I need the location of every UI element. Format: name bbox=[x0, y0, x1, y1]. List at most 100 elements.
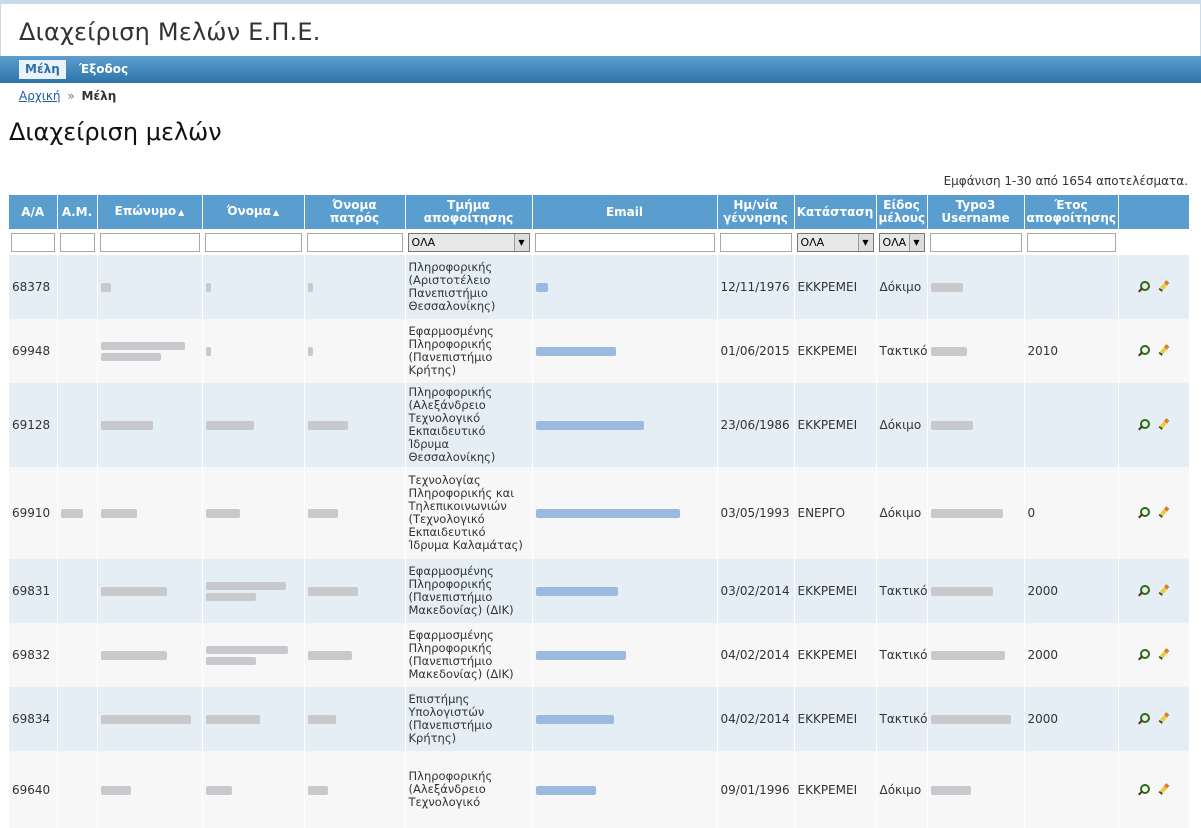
column-label: Όνομα πατρός bbox=[329, 198, 380, 225]
edit-icon[interactable] bbox=[1157, 648, 1171, 662]
cell-year: 2000 bbox=[1024, 623, 1119, 687]
column-label: Typo3 Username bbox=[941, 198, 1010, 225]
cell-father bbox=[304, 687, 406, 751]
cell-surname bbox=[97, 319, 203, 383]
column-header-year[interactable]: Έτος αποφοίτησης bbox=[1024, 195, 1119, 229]
menu-item-members[interactable]: Μέλη bbox=[19, 60, 66, 79]
column-header-aa[interactable]: Α/Α bbox=[9, 195, 58, 229]
column-header-birth[interactable]: Ημ/νία γέννησης bbox=[717, 195, 795, 229]
edit-icon[interactable] bbox=[1157, 712, 1171, 726]
column-header-status[interactable]: Κατάσταση bbox=[794, 195, 877, 229]
cell-name bbox=[202, 687, 305, 751]
filter-status-select[interactable]: ΟΛΑ ▼ bbox=[796, 232, 874, 252]
edit-icon[interactable] bbox=[1157, 280, 1171, 294]
view-icon[interactable] bbox=[1137, 783, 1151, 797]
cell-surname bbox=[97, 383, 203, 467]
cell-status: ΕΚΚΡΕΜΕΙ bbox=[794, 623, 877, 687]
cell-am bbox=[57, 467, 98, 559]
cell-father bbox=[304, 319, 406, 383]
cell-typo3 bbox=[927, 383, 1025, 467]
column-header-typo3[interactable]: Typo3 Username bbox=[927, 195, 1025, 229]
cell-birth: 03/05/1993 bbox=[717, 467, 795, 559]
filter-typo3-input[interactable] bbox=[929, 232, 1022, 252]
select-value: ΟΛΑ bbox=[882, 235, 907, 249]
cell-year: 2000 bbox=[1024, 559, 1119, 623]
view-icon[interactable] bbox=[1137, 506, 1151, 520]
view-icon[interactable] bbox=[1137, 648, 1151, 662]
edit-icon[interactable] bbox=[1157, 783, 1171, 797]
view-icon[interactable] bbox=[1137, 712, 1151, 726]
filter-am-input[interactable] bbox=[59, 232, 95, 252]
cell-typo3 bbox=[927, 319, 1025, 383]
cell-actions bbox=[1118, 467, 1190, 559]
cell-aa: 68378 bbox=[9, 255, 58, 319]
view-icon[interactable] bbox=[1137, 418, 1151, 432]
filter-name-input[interactable] bbox=[204, 232, 302, 252]
column-label: Ημ/νία γέννησης bbox=[723, 198, 788, 225]
filter-year-input[interactable] bbox=[1026, 232, 1116, 252]
column-label: Έτος αποφοίτησης bbox=[1026, 198, 1117, 225]
view-icon[interactable] bbox=[1137, 344, 1151, 358]
cell-dept: Τεχνολογίας Πληροφορικής και Τηλεπικοινω… bbox=[405, 467, 533, 559]
view-icon[interactable] bbox=[1137, 584, 1151, 598]
cell-birth: 12/11/1976 bbox=[717, 255, 795, 319]
cell-birth: 04/02/2014 bbox=[717, 623, 795, 687]
cell-name bbox=[202, 319, 305, 383]
cell-actions bbox=[1118, 383, 1190, 467]
cell-type: Δόκιμο bbox=[876, 383, 928, 467]
cell-birth: 01/06/2015 bbox=[717, 319, 795, 383]
cell-email bbox=[532, 559, 718, 623]
cell-surname bbox=[97, 751, 203, 828]
cell-name bbox=[202, 255, 305, 319]
cell-type: Τακτικό bbox=[876, 687, 928, 751]
results-summary: Εμφάνιση 1-30 από 1654 αποτελέσματα. bbox=[943, 174, 1188, 188]
edit-icon[interactable] bbox=[1157, 584, 1171, 598]
app-title: Διαχείριση Μελών Ε.Π.Ε. bbox=[19, 18, 321, 46]
column-label: Email bbox=[605, 204, 644, 219]
column-label: Είδος μέλους bbox=[878, 198, 926, 225]
filter-dept-select[interactable]: ΟΛΑ ▼ bbox=[407, 232, 530, 252]
cell-name bbox=[202, 751, 305, 828]
filter-aa-input[interactable] bbox=[11, 232, 55, 252]
filter-email-input[interactable] bbox=[534, 232, 715, 252]
column-header-type[interactable]: Είδος μέλους bbox=[876, 195, 928, 229]
sort-ascending-icon: ▲ bbox=[273, 208, 280, 217]
cell-aa: 69910 bbox=[9, 467, 58, 559]
edit-icon[interactable] bbox=[1157, 506, 1171, 520]
filter-father-input[interactable] bbox=[306, 232, 403, 252]
cell-type: Δόκιμο bbox=[876, 255, 928, 319]
cell-status: ΕΚΚΡΕΜΕΙ bbox=[794, 687, 877, 751]
cell-am bbox=[57, 383, 98, 467]
edit-icon[interactable] bbox=[1157, 418, 1171, 432]
column-header-am[interactable]: Α.Μ. bbox=[57, 195, 98, 229]
cell-status: ΕΚΚΡΕΜΕΙ bbox=[794, 559, 877, 623]
cell-aa: 69640 bbox=[9, 751, 58, 828]
filter-birth-input[interactable] bbox=[719, 232, 792, 252]
cell-surname bbox=[97, 623, 203, 687]
cell-email bbox=[532, 623, 718, 687]
cell-year: 2010 bbox=[1024, 319, 1119, 383]
cell-actions bbox=[1118, 559, 1190, 623]
menu-item-logout[interactable]: Έξοδος bbox=[73, 60, 134, 79]
column-header-father[interactable]: Όνομα πατρός bbox=[304, 195, 406, 229]
cell-aa: 69832 bbox=[9, 623, 58, 687]
cell-status: ΕΚΚΡΕΜΕΙ bbox=[794, 383, 877, 467]
cell-dept: Πληροφορικής (Αριστοτέλειο Πανεπιστήμιο … bbox=[405, 255, 533, 319]
cell-year: 2000 bbox=[1024, 687, 1119, 751]
edit-icon[interactable] bbox=[1157, 344, 1171, 358]
cell-am bbox=[57, 559, 98, 623]
filter-surname-input[interactable] bbox=[99, 232, 200, 252]
column-header-name[interactable]: Όνομα ▲ bbox=[202, 195, 305, 229]
view-icon[interactable] bbox=[1137, 280, 1151, 294]
cell-year: 0 bbox=[1024, 467, 1119, 559]
filter-type-select[interactable]: ΟΛΑ ▼ bbox=[878, 232, 925, 252]
page-title: Διαχείριση μελών bbox=[9, 118, 222, 146]
breadcrumb-separator: » bbox=[67, 89, 75, 103]
dropdown-arrow-icon: ▼ bbox=[857, 233, 873, 251]
column-header-surname[interactable]: Επώνυμο ▲ bbox=[97, 195, 203, 229]
breadcrumb-home-link[interactable]: Αρχική bbox=[19, 89, 61, 103]
column-header-email[interactable]: Email bbox=[532, 195, 718, 229]
column-header-dept[interactable]: Τμήμα αποφοίτησης bbox=[405, 195, 533, 229]
cell-am bbox=[57, 319, 98, 383]
cell-surname bbox=[97, 255, 203, 319]
